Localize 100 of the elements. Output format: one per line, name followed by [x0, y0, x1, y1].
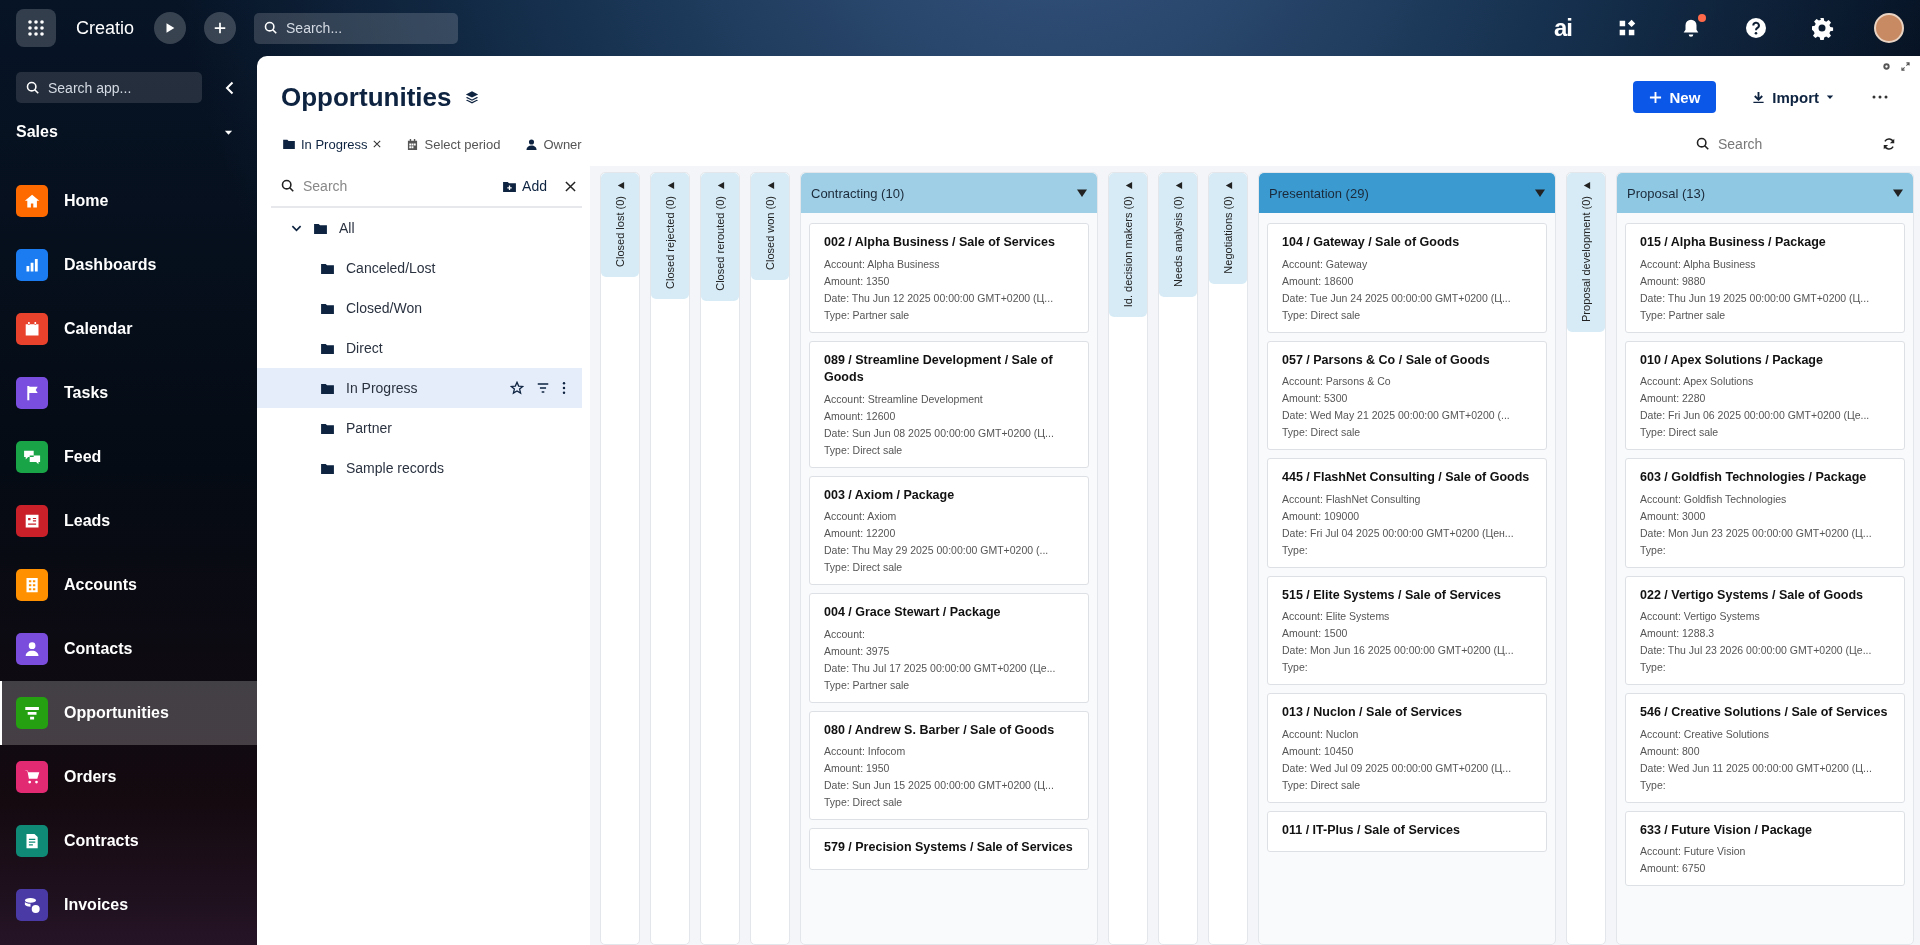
column-header[interactable]: Presentation (29) — [1259, 173, 1555, 213]
nav-item[interactable]: Accounts — [0, 553, 257, 617]
opportunity-card[interactable]: 022 / Vertigo Systems / Sale of Goods Account: Vertigo Systems Amount: 1288.3 Date: Thu Jul 23 2026 00:00:00 GMT+0200 (Це... Type: — [1625, 575, 1905, 685]
column-tab[interactable]: Closed rerouted (0) — [701, 173, 739, 301]
folder-item[interactable]: Partner — [257, 408, 582, 448]
user-avatar[interactable] — [1874, 13, 1904, 43]
nav-item[interactable]: Leads — [0, 489, 257, 553]
more-icon[interactable] — [1872, 95, 1888, 99]
folder-item[interactable]: Direct — [257, 328, 582, 368]
expand-icon[interactable] — [1901, 62, 1910, 71]
refresh-icon[interactable] — [1882, 137, 1896, 151]
column-tab[interactable]: Negotiations (0) — [1209, 173, 1247, 284]
nav-item[interactable]: Orders — [0, 745, 257, 809]
nav-item[interactable]: Home — [0, 169, 257, 233]
settings-icon[interactable] — [1810, 16, 1834, 40]
add-button[interactable] — [204, 12, 237, 44]
column-tab[interactable]: Closed rejected (0) — [651, 173, 689, 299]
folder-search-field[interactable]: Search — [271, 172, 451, 200]
opportunity-card[interactable]: 104 / Gateway / Sale of Goods Account: Gateway Amount: 18600 Date: Tue Jun 24 2025 00:00:00 GMT+0200 (Ц... Type: Direct sale — [1267, 223, 1547, 333]
filter-chip[interactable]: In Progress — [283, 136, 382, 152]
opportunity-card[interactable]: 603 / Goldfish Technologies / Package Account: Goldfish Technologies Amount: 3000 Date: Mon Jun 23 2025 00:00:00 GMT+0200 (Ц... Type: — [1625, 458, 1905, 568]
card-field: Amount: 1288.3 — [1640, 626, 1894, 640]
opportunity-card[interactable]: 003 / Axiom / Package Account: Axiom Amount: 12200 Date: Thu May 29 2025 00:00:00 GMT+0200 (... Type: Direct sale — [809, 475, 1089, 585]
column-tab[interactable]: Id. decision makers (0) — [1109, 173, 1147, 318]
close-icon[interactable] — [565, 180, 576, 192]
search-field[interactable]: Search — [1686, 130, 1856, 158]
nav-item[interactable]: Tasks — [0, 361, 257, 425]
opportunity-card[interactable]: 011 / IT-Plus / Sale of Services — [1267, 810, 1547, 852]
opportunity-card[interactable]: 546 / Creative Solutions / Sale of Services Account: Creative Solutions Amount: 800 Date: Wed Jun 11 2025 00:00:00 GMT+0200 (Ц... Type: — [1625, 693, 1905, 803]
opportunity-card[interactable]: 002 / Alpha Business / Sale of Services Account: Alpha Business Amount: 1350 Date: Thu Jun 12 2025 00:00:00 GMT+0200 (Ц... Type: Partner sale — [809, 223, 1089, 333]
opportunity-card[interactable]: 515 / Elite Systems / Sale of Services Account: Elite Systems Amount: 1500 Date: Mon Jun 16 2025 00:00:00 GMT+0200 (Ц... Type: — [1267, 575, 1547, 685]
nav-item[interactable]: Dashboards — [0, 233, 257, 297]
column-tab[interactable]: Needs analysis (0) — [1159, 173, 1197, 298]
folder-item[interactable]: Sample records — [257, 448, 582, 488]
layers-icon[interactable] — [465, 90, 480, 104]
app-logo[interactable]: Creatio — [76, 17, 135, 39]
folder-item[interactable]: In Progress — [257, 368, 582, 408]
opportunity-card[interactable]: 445 / FlashNet Consulting / Sale of Goods Account: FlashNet Consulting Amount: 109000 Date: Fri Jul 04 2025 00:00:00 GMT+0200 (Цен... Type: — [1267, 458, 1547, 568]
filter-chip[interactable]: Owner — [526, 136, 582, 152]
apps-menu-button[interactable] — [16, 9, 56, 47]
card-field: Type: Direct sale — [1282, 777, 1536, 792]
opportunity-card[interactable]: 004 / Grace Stewart / Package Account: Amount: 3975 Date: Thu Jul 17 2025 00:00:00 GMT+0200 (Це... Type: Partner sale — [809, 593, 1089, 703]
nav-item[interactable]: Opportunities — [0, 681, 257, 745]
opportunity-card[interactable]: 015 / Alpha Business / Package Account: Alpha Business Amount: 9880 Date: Thu Jun 19 2025 00:00:00 GMT+0200 (Ц... Type: Partner sale — [1625, 223, 1905, 333]
person-icon — [526, 138, 538, 150]
star-icon[interactable] — [510, 381, 524, 395]
workspace-selector[interactable]: Sales — [16, 123, 233, 141]
card-field: Type: Direct sale — [824, 795, 1078, 809]
folder-item[interactable]: Closed/Won — [257, 288, 582, 328]
column-tab[interactable]: Closed lost (0) — [601, 173, 639, 277]
folder-item[interactable]: Canceled/Lost — [257, 248, 582, 288]
column-tab[interactable]: Closed won (0) — [751, 173, 789, 280]
close-icon[interactable] — [373, 140, 382, 148]
opportunity-card[interactable]: 089 / Streamline Development / Sale of Goods Account: Streamline Development Amount: 12600 Date: Sun Jun 08 2025 00:00:00 GMT+0200 (Ц... Type: Direct sale — [809, 340, 1089, 468]
opportunity-card[interactable]: 579 / Precision Systems / Sale of Services — [809, 828, 1089, 870]
nav-label: Calendar — [64, 320, 133, 338]
nav-item[interactable]: Feed — [0, 425, 257, 489]
nav-item[interactable]: Contacts — [0, 617, 257, 681]
nav-label: Opportunities — [64, 704, 169, 722]
import-button[interactable]: Import — [1742, 81, 1844, 113]
settings-icon[interactable] — [1882, 62, 1891, 71]
add-folder-button[interactable]: Add — [503, 178, 547, 194]
card-field: Date: Thu Jun 12 2025 00:00:00 GMT+0200 (Ц... — [824, 290, 1078, 305]
run-process-button[interactable] — [154, 12, 187, 44]
caret-icon — [1123, 181, 1133, 190]
search-icon — [26, 80, 40, 95]
opportunity-card[interactable]: 010 / Apex Solutions / Package Account: Apex Solutions Amount: 2280 Date: Fri Jun 06 2025 00:00:00 GMT+0200 (Це... Type: Direct sale — [1625, 340, 1905, 450]
card-title: 515 / Elite Systems / Sale of Services — [1282, 586, 1502, 604]
ai-button[interactable]: ai — [1554, 14, 1572, 42]
opportunity-card[interactable]: 013 / Nuclon / Sale of Services Account: Nuclon Amount: 10450 Date: Wed Jul 09 2025 00:00:00 GMT+0200 (Ц... Type: Direct sale — [1267, 693, 1547, 803]
nav-item[interactable]: Invoices — [0, 873, 257, 937]
filter-label: Select period — [424, 136, 501, 152]
column-header[interactable]: Proposal (13) — [1617, 173, 1913, 213]
card-field: Type: — [1640, 660, 1894, 674]
card-field: Type: — [1282, 660, 1536, 674]
filter-icon[interactable] — [536, 381, 550, 395]
column-header[interactable]: Contracting (10) — [801, 173, 1097, 213]
card-field: Account: FlashNet Consulting — [1282, 491, 1536, 506]
card-field: Type: Partner sale — [824, 677, 1078, 692]
caret-icon — [1173, 181, 1183, 190]
new-button[interactable]: New — [1633, 81, 1717, 113]
folder-icon — [314, 222, 327, 234]
help-icon[interactable] — [1744, 16, 1768, 40]
filter-chip[interactable]: Select period — [407, 136, 501, 152]
card-field: Amount: 12600 — [824, 408, 1078, 423]
card-title: 080 / Andrew S. Barber / Sale of Goods — [824, 721, 1056, 739]
opportunity-card[interactable]: 080 / Andrew S. Barber / Sale of Goods Account: Infocom Amount: 1950 Date: Sun Jun 15 2025 00:00:00 GMT+0200 (Ц... Type: Direct sale — [809, 710, 1089, 820]
card-field: Account: Alpha Business — [824, 256, 1078, 271]
column-title: Closed lost (0) — [614, 196, 626, 267]
caret-icon — [1223, 181, 1233, 190]
card-field: Date: Fri Jul 04 2025 00:00:00 GMT+0200 (Цен... — [1282, 525, 1536, 540]
column-tab[interactable]: Proposal development (0) — [1567, 173, 1605, 332]
opportunity-card[interactable]: 057 / Parsons & Co / Sale of Goods Account: Parsons & Co Amount: 5300 Date: Wed May 21 2025 00:00:00 GMT+0200 (... Type: Direct sale — [1267, 340, 1547, 450]
nav-item[interactable]: Calendar — [0, 297, 257, 361]
opportunity-card[interactable]: 633 / Future Vision / Package Account: Future Vision Amount: 6750 — [1625, 810, 1905, 886]
nav-item[interactable]: Contracts — [0, 809, 257, 873]
more-icon[interactable] — [562, 381, 566, 395]
card-title: 015 / Alpha Business / Package — [1640, 234, 1827, 251]
folder-item[interactable]: All — [257, 208, 582, 248]
card-field: Account: Creative Solutions — [1640, 726, 1894, 741]
